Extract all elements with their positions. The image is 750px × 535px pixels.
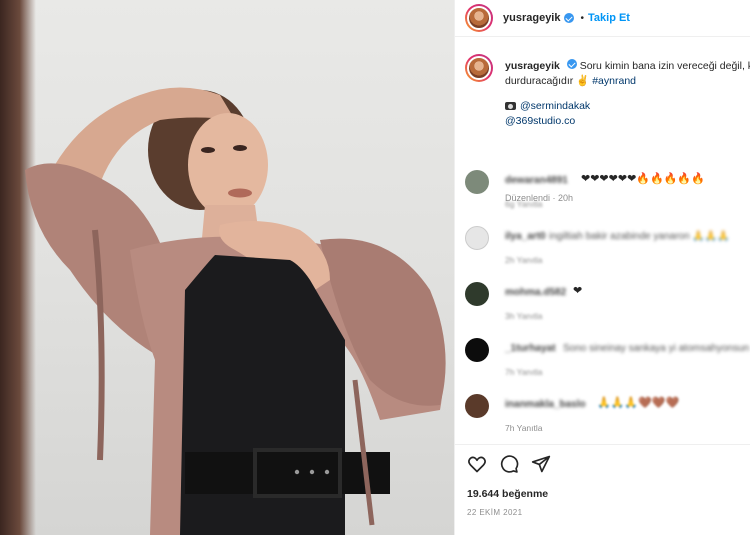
comment-emojis: ❤❤❤❤❤❤🔥🔥🔥🔥🔥 [581,173,705,185]
avatar-image [467,6,491,30]
share-icon[interactable] [531,454,551,474]
camera-icon [505,102,516,110]
caption-text: yusrageyik Soru kimin bana izin vereceği… [505,59,750,89]
follow-button[interactable]: Takip Et [588,12,630,24]
comment-meta[interactable]: 6g Yanıtla [505,199,543,209]
comment-text: Sono sineinay sankaya yi atomsahyonsun [563,343,750,354]
comment-username[interactable]: mohma.d582 [505,287,566,298]
photographer-link[interactable]: @sermindakak [520,100,590,112]
portrait-illustration [25,87,446,535]
comment-emojis: ❤ [573,285,583,297]
heart-icon[interactable] [467,454,487,474]
caption-username[interactable]: yusrageyik [505,60,560,72]
comment-avatar[interactable] [465,338,489,362]
verified-badge-icon [564,13,575,23]
comment-meta[interactable]: 3h Yanıtla [505,311,543,321]
comment-username[interactable]: dewaran4891 [505,175,568,186]
studio-link[interactable]: @369studio.co [505,115,575,127]
caption-credits: @sermindakak @369studio.co [505,99,590,129]
comment-avatar[interactable] [465,170,489,194]
caption-verified-icon [566,59,577,69]
post-photo[interactable] [0,0,454,535]
header-separator: • [580,12,584,24]
comment-avatar[interactable] [465,282,489,306]
post-actions [467,454,551,474]
post-date: 22 EKİM 2021 [467,508,523,517]
post-sidebar: yusrageyik • Takip Et yusrageyik Soru ki… [454,0,750,535]
comment-avatar[interactable] [465,394,489,418]
caption-avatar-image [467,56,491,80]
comment-meta[interactable]: 7h Yanıtla [505,423,543,433]
comment-meta[interactable]: 2h Yanıtla [505,255,543,265]
caption-avatar[interactable] [465,54,493,82]
caption-line1: Soru kimin bana izin vereceği değil, kim [579,60,750,72]
comment-username[interactable]: ilya_art0 [505,231,546,242]
comment-avatar[interactable] [465,226,489,250]
comment-emojis: 🙏🙏🙏🤎🤎🤎 [597,397,680,409]
header-username[interactable]: yusrageyik [503,12,560,24]
post-header: yusrageyik • Takip Et [455,0,750,37]
comment-username[interactable]: inanmakla_baslo [505,399,586,410]
comment-username[interactable]: _1turhayat [505,343,556,354]
comment-text: ingiltiah bakir azabinde yanaron 🙏🙏🙏 [549,231,730,242]
avatar[interactable] [465,4,493,32]
actions-divider [455,444,750,445]
comment-meta[interactable]: 7h Yanıtla [505,367,543,377]
hashtag-link[interactable]: #aynrand [592,75,636,87]
likes-count[interactable]: 19.644 beğenme [467,488,548,500]
caption-line2: durduracağıdır ✌ [505,75,590,87]
comment-icon[interactable] [499,454,519,474]
